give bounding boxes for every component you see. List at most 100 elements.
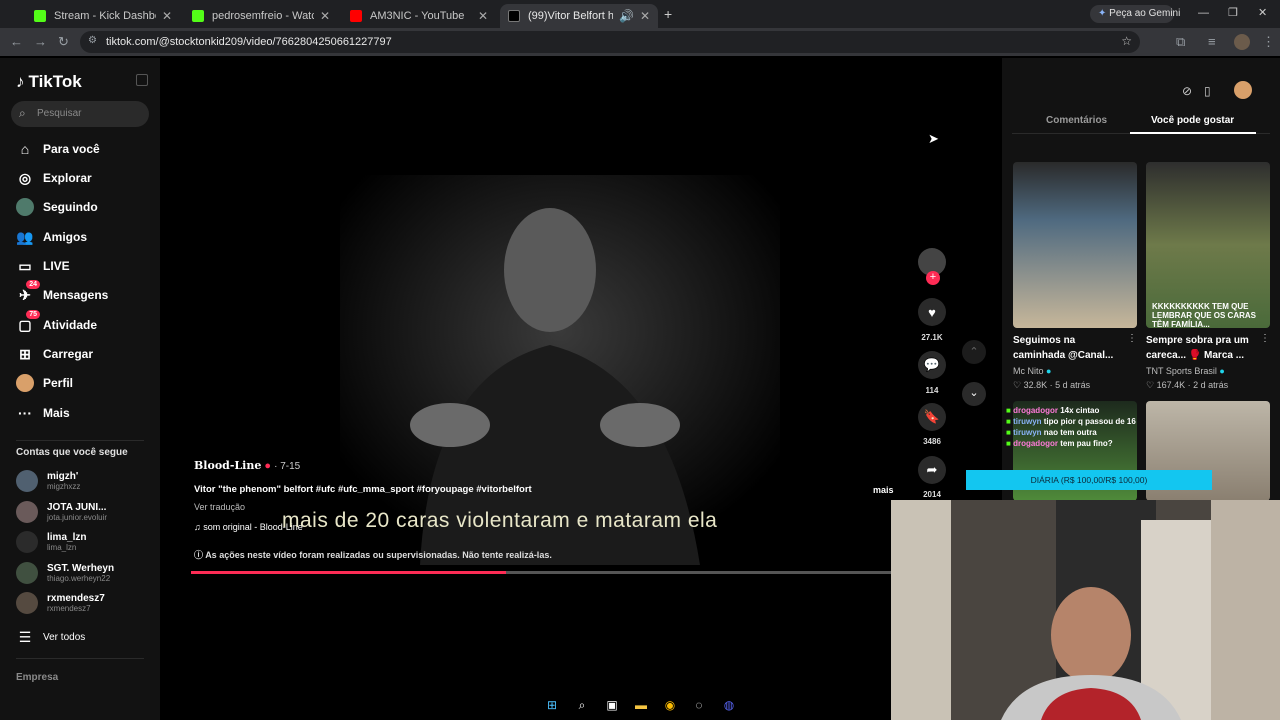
comment-button[interactable]: 💬 [918,351,946,379]
app-icon[interactable]: ◌ [690,696,708,714]
maximize-button[interactable]: ❐ [1228,6,1238,19]
video-card-stats: ♡ 32.8K · 5 d atrás [1013,380,1091,390]
file-explorer-icon[interactable]: ▬ [632,696,650,714]
following-account[interactable]: SGT. Werheyn thiago.werheyn22 [16,562,114,584]
video-player[interactable]: Blood-Line ● · 7-15 Vitor "the phenom" b… [160,58,1002,720]
nav-mais[interactable]: ··· Mais [16,404,70,422]
address-bar[interactable]: ⚙ tiktok.com/@stocktonkid209/video/76628… [80,31,1140,53]
video-card-caption[interactable]: Seguimos na caminhada @Canal... [1013,333,1125,363]
following-account[interactable]: lima_lzn lima_lzn [16,531,86,553]
kick-icon: ■ [1006,439,1011,448]
collapse-sidebar-icon[interactable] [136,74,148,86]
media-icon[interactable]: ≡ [1208,34,1216,49]
following-account[interactable]: migzh' migzhxzz [16,470,80,492]
nav-amigos[interactable]: 👥 Amigos [16,228,87,246]
stream-goal-bar: DIÁRIA (R$ 100,00/R$ 100,00) [966,470,1212,490]
forward-icon[interactable]: → [34,34,47,49]
progress-fill [191,571,506,574]
video-description: Vitor "the phenom" belfort #ufc #ufc_mma… [194,484,532,495]
progress-track[interactable] [191,571,891,574]
more-options-icon[interactable]: ⋮ [1127,333,1137,344]
heart-outline-icon: ♡ [1146,380,1155,390]
nav-para-voce[interactable]: ⌂ Para você [16,140,100,158]
next-video-button[interactable]: ⌄ [962,382,986,406]
discord-icon[interactable]: ◍ [720,696,738,714]
nav-carregar[interactable]: ⊞ Carregar [16,345,93,363]
shares-count: 2014 [923,490,941,499]
close-icon[interactable]: ✕ [320,9,330,23]
browser-tab-kick-dashboard[interactable]: Stream - Kick Dashboard✕ [26,4,180,28]
share-button[interactable]: ➦ [918,456,946,484]
divider [16,440,144,441]
window-close-button[interactable]: ✕ [1258,6,1267,19]
compass-icon[interactable]: ⊘ [1182,84,1192,98]
translate-link[interactable]: Ver tradução [194,502,245,512]
comments-count: 114 [925,386,939,395]
save-button[interactable]: 🔖 [918,403,946,431]
avatar [16,470,38,492]
menu-icon[interactable]: ⋮ [1262,34,1275,50]
gemini-button[interactable]: ✦ Peça ao Gemini [1090,5,1180,23]
search-icon[interactable]: ⌕ [573,696,591,714]
home-icon: ⌂ [20,141,30,157]
video-card-author[interactable]: TNT Sports Brasil ● [1146,366,1225,376]
device-icon[interactable]: ▯ [1204,84,1211,98]
browser-tab-youtube[interactable]: AM3NIC - YouTube ✕ [342,4,496,28]
avatar[interactable] [1234,81,1252,99]
browser-tab-tiktok[interactable]: (99)Vitor Belfort highlights🔊✕ [500,4,658,28]
profile-avatar-icon[interactable] [1234,34,1250,50]
video-card-thumbnail[interactable]: KKKKKKKKKK TEM QUE LEMBRAR QUE OS CARAS … [1146,162,1270,328]
following-account[interactable]: JOTA JUNI... jota.junior.evoluir [16,501,107,523]
following-title: Contas que você segue [16,447,128,458]
bookmark-icon: 🔖 [923,409,941,424]
video-card-caption[interactable]: Sempre sobra pra um careca... 🥊 Marca ..… [1146,333,1258,363]
webcam-feed [891,500,1280,720]
friends-icon: 👥 [16,228,34,245]
more-options-icon[interactable]: ⋮ [1260,333,1270,344]
task-view-icon[interactable]: ▣ [603,696,621,714]
nav-live[interactable]: ▭ LIVE [16,257,69,275]
tab-comments[interactable]: Comentários [1046,115,1107,126]
video-card-stats: ♡ 167.4K · 2 d atrás [1146,380,1229,390]
speaker-icon[interactable]: 🔊 [619,9,634,23]
like-button[interactable]: ♥ [918,298,946,326]
new-tab-button[interactable]: + [664,6,672,22]
kick-icon [34,10,46,22]
browser-tab-kick-clips[interactable]: pedrosemfreio - Watch clips on✕ [184,4,338,28]
back-icon[interactable]: ← [10,34,23,49]
company-link[interactable]: Empresa [16,672,58,683]
nav-explorar[interactable]: ◎ Explorar [16,169,92,187]
more-icon: ··· [18,405,32,421]
bookmark-star-icon[interactable]: ☆ [1121,34,1132,48]
video-card-author[interactable]: Mc Nito ● [1013,366,1051,376]
see-all-button[interactable]: ☰ Ver todos [16,628,86,646]
follow-plus-icon[interactable]: + [926,271,940,285]
nav-seguindo[interactable]: Seguindo [16,198,98,216]
search-icon: ⌕ [19,106,26,120]
more-link[interactable]: mais [873,485,894,495]
close-icon[interactable]: ✕ [478,9,488,23]
extensions-icon[interactable]: ⧉ [1176,34,1185,50]
tiktok-sidebar: ♪ TikTok ⌕ Pesquisar ⌂ Para você ◎ Explorar… [0,58,160,720]
minimize-button[interactable]: — [1198,7,1209,19]
chrome-icon[interactable]: ◉ [661,696,679,714]
site-info-icon[interactable]: ⚙ [88,35,97,46]
reload-icon[interactable]: ↻ [58,34,69,50]
music-note-icon: ♫ [194,522,201,532]
close-icon[interactable]: ✕ [162,9,172,23]
nav-atividade[interactable]: ▢ 75 Atividade [16,310,97,334]
video-author[interactable]: Blood-Line ● · 7-15 [194,459,300,472]
tab-voce-pode-gostar[interactable]: Você pode gostar [1151,115,1234,126]
previous-video-button[interactable]: ⌃ [962,340,986,364]
tiktok-logo[interactable]: ♪ TikTok [16,72,82,92]
following-account[interactable]: rxmendesz7 rxmendesz7 [16,592,105,614]
search-placeholder: Pesquisar [37,108,82,119]
windows-start-icon[interactable]: ⊞ [543,696,561,714]
search-input[interactable]: ⌕ Pesquisar [11,101,149,127]
close-icon[interactable]: ✕ [640,9,650,23]
nav-mensagens[interactable]: ✈ 24 Mensagens [16,280,108,304]
heart-outline-icon: ♡ [1013,380,1022,390]
list-icon: ☰ [18,628,32,645]
video-card-thumbnail[interactable] [1013,162,1137,328]
nav-perfil[interactable]: Perfil [16,374,73,392]
